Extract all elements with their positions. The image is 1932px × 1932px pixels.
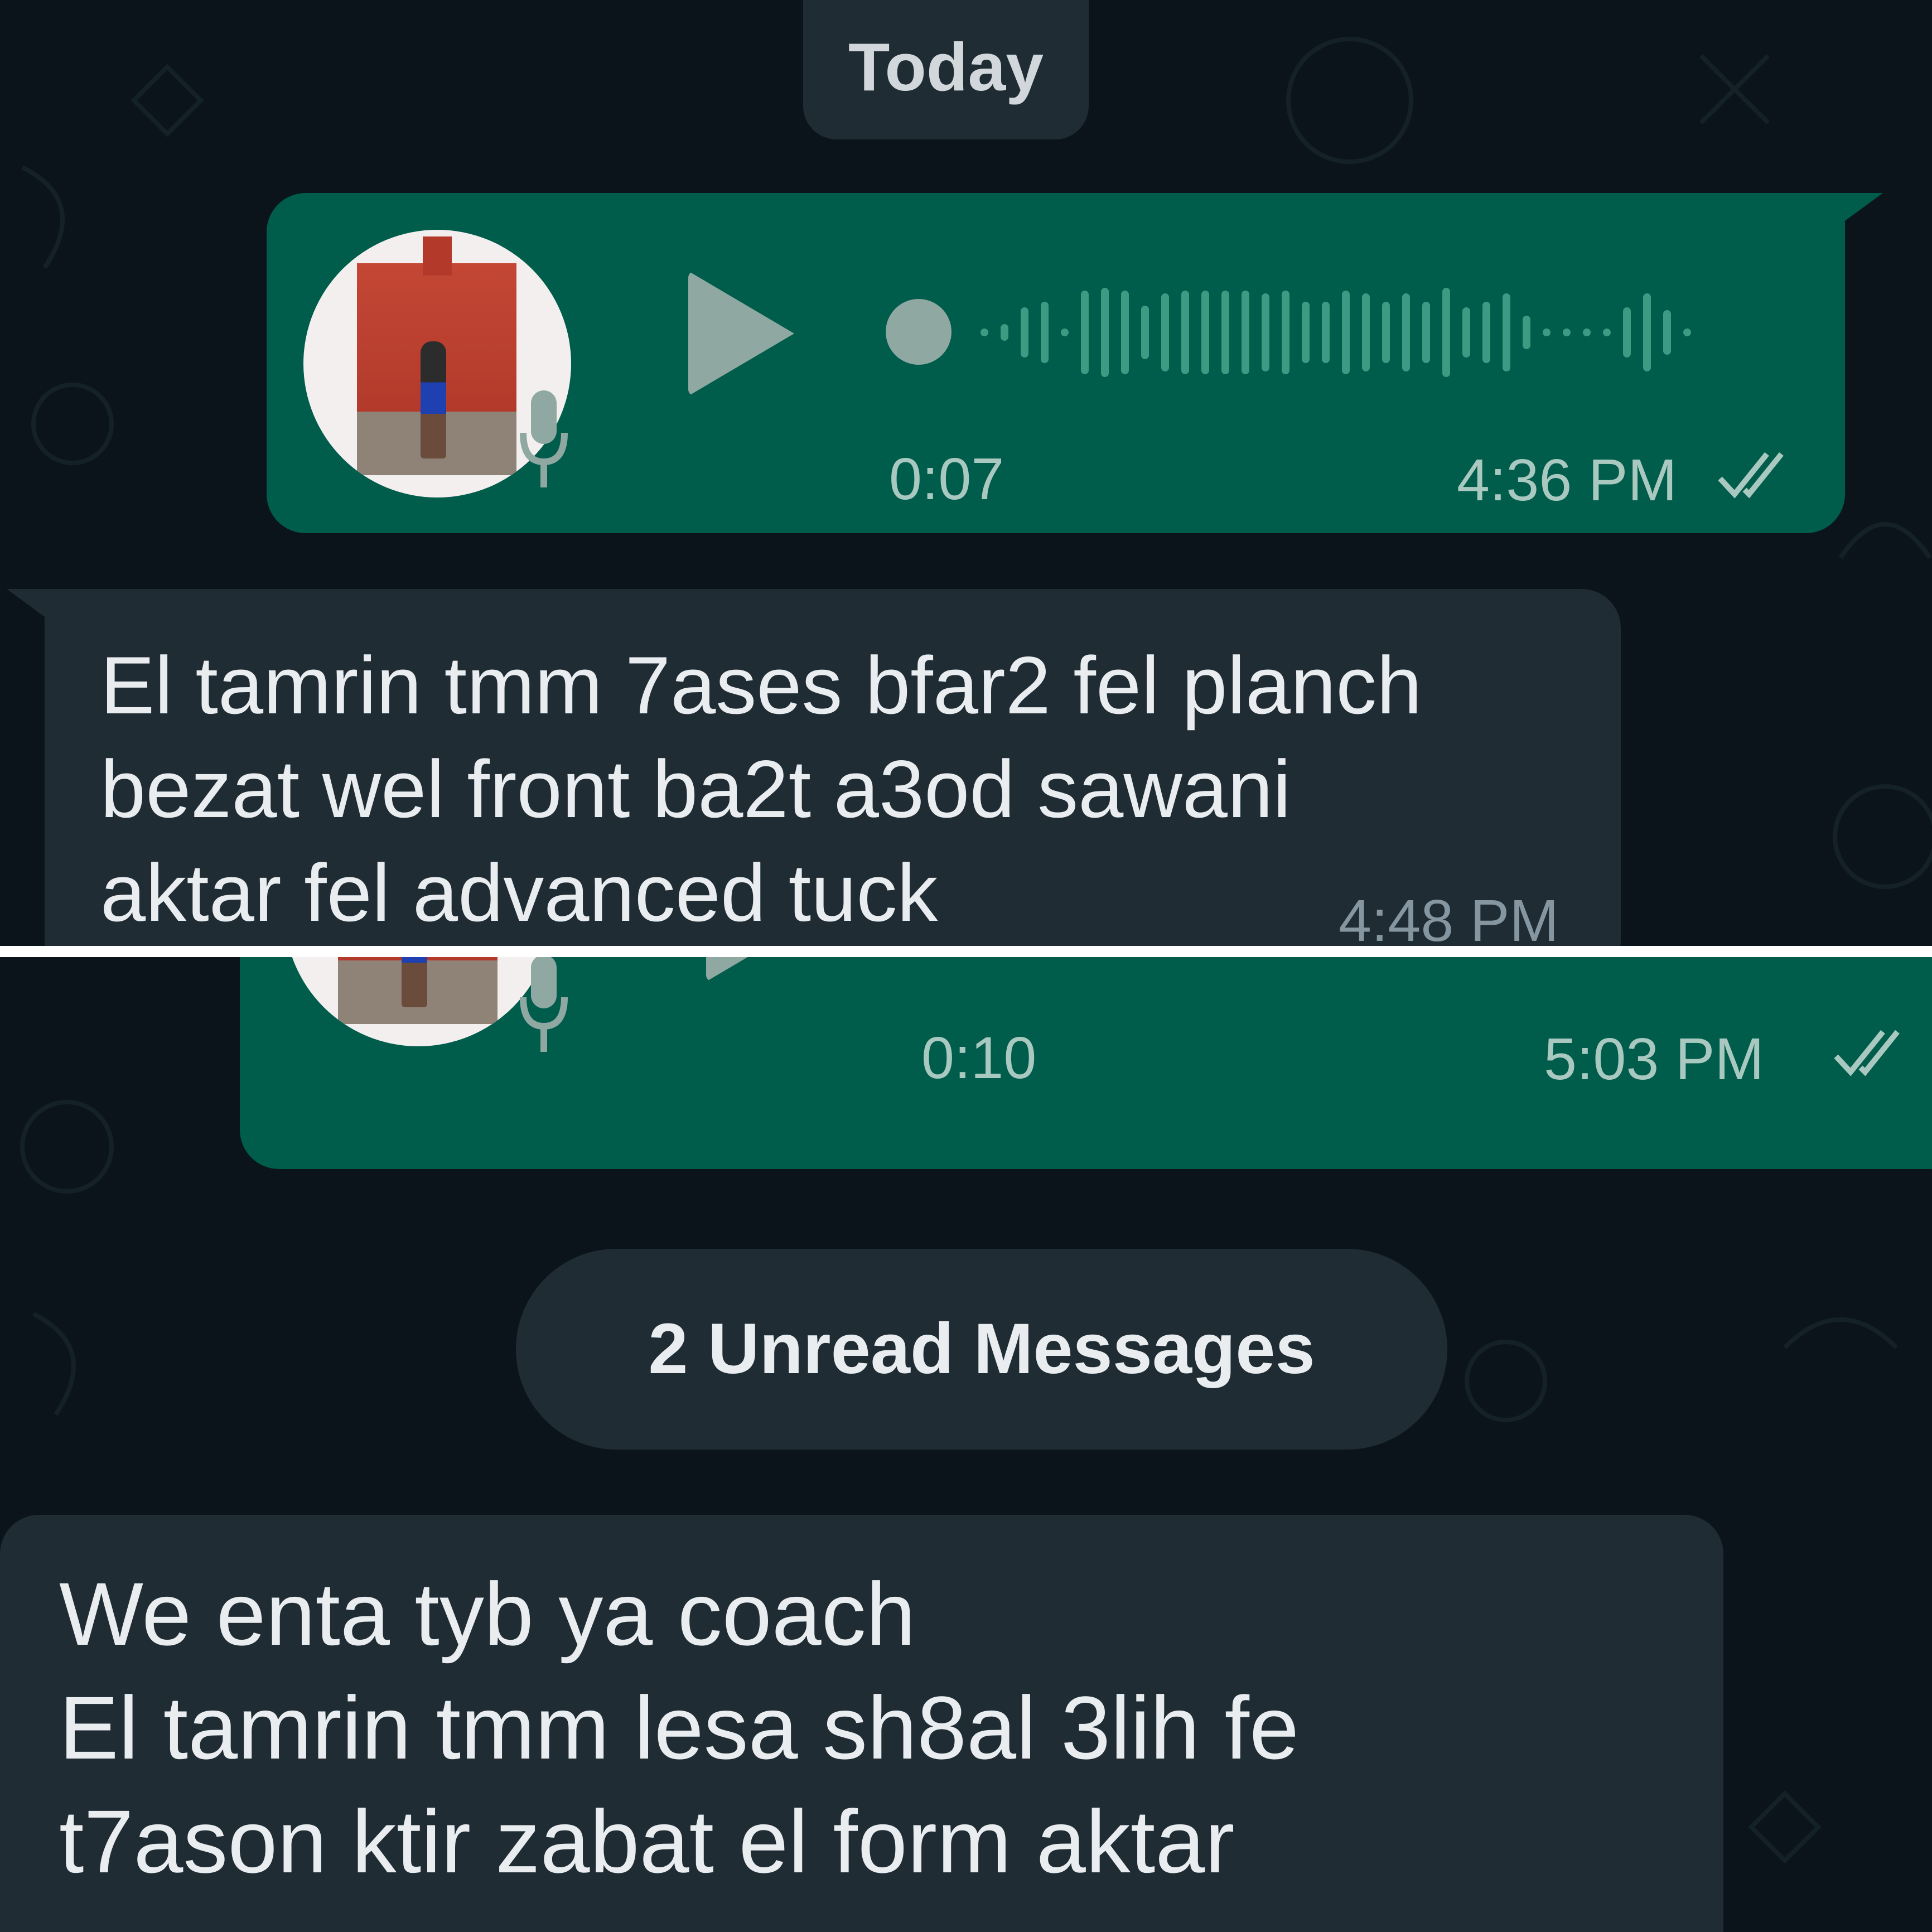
message-text: We enta tyb ya coach El tamrin tmm lesa s… [59,1557,1299,1899]
message-time: 4:48 PM [1339,888,1559,946]
message-text: El tamrin tmm 7ases bfar2 fel planch beza… [100,634,1422,945]
bubble-tail [1845,193,1883,221]
message-line: El tamrin tmm 7ases bfar2 fel planch [100,640,1422,731]
voice-message-bubble[interactable]: 0:10 5:03 PM [240,957,1932,1169]
message-time: 5:03 PM [1544,1026,1764,1092]
play-icon[interactable] [706,957,812,982]
chat-panel-bottom[interactable]: 0:10 5:03 PM 2 Unread Messages We enta t… [0,957,1932,1932]
mic-icon [520,957,568,1052]
incoming-message-bubble[interactable]: We enta tyb ya coach El tamrin tmm lesa s… [0,1515,1723,1932]
unread-messages-separator: 2 Unread Messages [516,1249,1447,1450]
avatar-photo-person [421,341,446,458]
mic-icon [520,390,568,487]
chat-panel-top[interactable]: Today 0:07 4:36 PM El tamrin tmm 7ases b… [0,0,1932,946]
play-icon[interactable] [688,271,794,396]
message-line: El tamrin tmm lesa sh8al 3lih fe [59,1678,1300,1778]
incoming-message-bubble[interactable]: El tamrin tmm 7ases bfar2 fel planch beza… [7,589,1621,946]
collage-divider [0,946,1932,957]
screenshot-collage: Today 0:07 4:36 PM El tamrin tmm 7ases b… [0,0,1932,1932]
message-line: We enta tyb ya coach [59,1564,916,1664]
date-separator: Today [803,0,1089,139]
avatar[interactable] [284,957,552,1046]
message-line: aktar fel advanced tuck [100,847,938,938]
voice-message-bubble[interactable]: 0:07 4:36 PM [267,193,1883,533]
waveform[interactable] [1010,957,1580,968]
double-check-icon [1718,452,1784,499]
bubble-tail [7,589,45,617]
waveform[interactable] [981,277,1691,388]
avatar-photo-person [402,957,427,1007]
playback-scrubber[interactable] [886,299,951,365]
voice-duration: 0:10 [921,1025,1037,1091]
message-time: 4:36 PM [1457,447,1677,513]
message-line: t7ason ktir zabat el form aktar [59,1791,1235,1891]
double-check-icon [1834,1030,1900,1076]
voice-duration: 0:07 [889,446,1004,512]
message-line: bezat wel front ba2t a3od sawani [100,743,1291,834]
